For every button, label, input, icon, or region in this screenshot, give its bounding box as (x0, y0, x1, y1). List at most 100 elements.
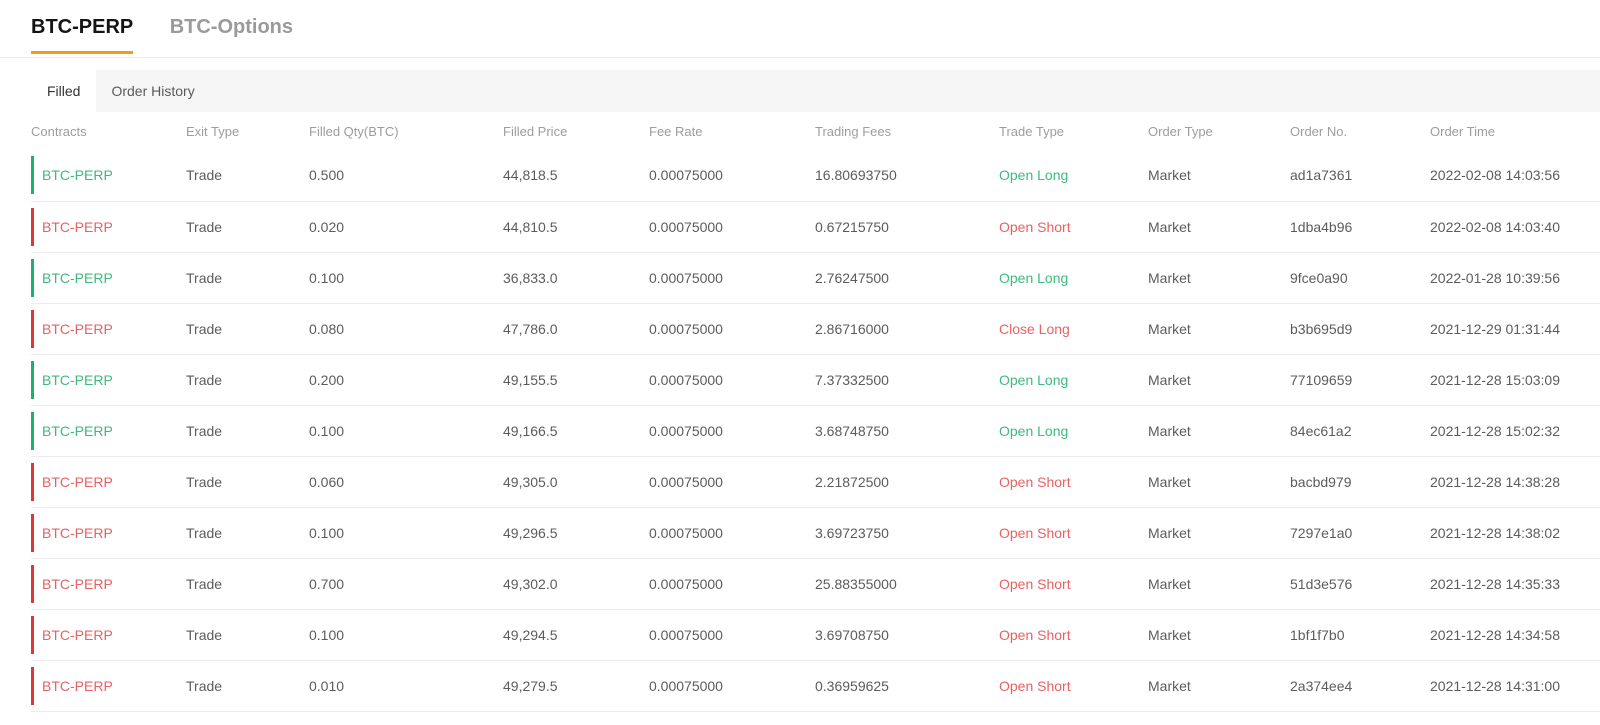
side-indicator-bar (31, 207, 34, 246)
cell-filled-price: 49,155.5 (503, 354, 649, 406)
table-header-row: Contracts Exit Type Filled Qty(BTC) Fill… (31, 112, 1600, 150)
table-row: BTC-PERP Trade 0.100 49,296.5 0.00075000… (31, 507, 1600, 559)
side-indicator-bar (31, 666, 34, 705)
cell-order-time: 2021-12-28 14:38:02 (1430, 507, 1600, 559)
cell-exit-type: Trade (186, 507, 309, 559)
contract-label: BTC-PERP (42, 626, 113, 643)
contract-label: BTC-PERP (42, 167, 113, 184)
cell-filled-qty: 0.080 (309, 303, 503, 355)
cell-filled-qty: 0.700 (309, 558, 503, 610)
cell-order-type: Market (1148, 150, 1290, 202)
table-row: BTC-PERP Trade 0.100 36,833.0 0.00075000… (31, 252, 1600, 304)
contract-label: BTC-PERP (42, 677, 113, 694)
table-row: BTC-PERP Trade 0.200 49,155.5 0.00075000… (31, 354, 1600, 406)
side-indicator-bar (31, 615, 34, 654)
table-row: BTC-PERP Trade 0.700 49,302.0 0.00075000… (31, 558, 1600, 610)
cell-filled-price: 49,294.5 (503, 609, 649, 661)
cell-order-no: 84ec61a2 (1290, 405, 1430, 457)
cell-trading-fees: 3.69723750 (815, 507, 999, 559)
cell-order-no: 1bf1f7b0 (1290, 609, 1430, 661)
cell-order-no: bacbd979 (1290, 456, 1430, 508)
side-indicator-bar (31, 258, 34, 297)
cell-order-time: 2021-12-28 15:03:09 (1430, 354, 1600, 406)
cell-order-no: 7297e1a0 (1290, 507, 1430, 559)
cell-trade-type: Open Short (999, 201, 1148, 253)
cell-contract: BTC-PERP (31, 150, 186, 202)
filled-table-body: BTC-PERP Trade 0.500 44,818.5 0.00075000… (31, 150, 1600, 712)
cell-trade-type: Open Short (999, 456, 1148, 508)
column-header-filled-price: Filled Price (503, 123, 568, 139)
cell-trade-type: Open Short (999, 609, 1148, 661)
cell-trade-type: Open Long (999, 252, 1148, 304)
cell-order-type: Market (1148, 507, 1290, 559)
cell-trading-fees: 0.36959625 (815, 660, 999, 712)
cell-filled-qty: 0.100 (309, 405, 503, 457)
contract-label: BTC-PERP (42, 371, 113, 388)
cell-filled-qty: 0.500 (309, 150, 503, 202)
cell-order-type: Market (1148, 354, 1290, 406)
cell-contract: BTC-PERP (31, 201, 186, 253)
table-row: BTC-PERP Trade 0.020 44,810.5 0.00075000… (31, 201, 1600, 253)
cell-exit-type: Trade (186, 252, 309, 304)
table-row: BTC-PERP Trade 0.100 49,166.5 0.00075000… (31, 405, 1600, 457)
cell-fee-rate: 0.00075000 (649, 609, 815, 661)
tab-btc-options[interactable]: BTC-Options (170, 16, 293, 51)
cell-order-type: Market (1148, 201, 1290, 253)
cell-fee-rate: 0.00075000 (649, 150, 815, 202)
cell-filled-qty: 0.100 (309, 609, 503, 661)
cell-order-time: 2021-12-28 14:31:00 (1430, 660, 1600, 712)
cell-order-time: 2021-12-28 14:38:28 (1430, 456, 1600, 508)
side-indicator-bar (31, 513, 34, 552)
cell-trading-fees: 3.69708750 (815, 609, 999, 661)
cell-order-time: 2021-12-28 14:34:58 (1430, 609, 1600, 661)
column-header-exit-type: Exit Type (186, 123, 240, 139)
cell-fee-rate: 0.00075000 (649, 201, 815, 253)
column-header-order-no: Order No. (1290, 123, 1348, 139)
tab-order-history[interactable]: Order History (96, 70, 209, 112)
cell-order-no: 2a374ee4 (1290, 660, 1430, 712)
filled-orders-page: BTC-PERP BTC-Options Filled Order Histor… (0, 0, 1600, 712)
table-row: BTC-PERP Trade 0.500 44,818.5 0.00075000… (31, 150, 1600, 202)
tab-btc-perp[interactable]: BTC-PERP (31, 16, 134, 54)
cell-order-type: Market (1148, 609, 1290, 661)
table-row: BTC-PERP Trade 0.100 49,294.5 0.00075000… (31, 609, 1600, 661)
tab-filled[interactable]: Filled (31, 70, 97, 112)
side-indicator-bar (31, 360, 34, 399)
contract-label: BTC-PERP (42, 269, 113, 286)
cell-contract: BTC-PERP (31, 507, 186, 559)
column-header-order-time: Order Time (1430, 123, 1496, 139)
cell-order-no: 9fce0a90 (1290, 252, 1430, 304)
cell-exit-type: Trade (186, 201, 309, 253)
cell-fee-rate: 0.00075000 (649, 405, 815, 457)
cell-filled-qty: 0.020 (309, 201, 503, 253)
cell-exit-type: Trade (186, 609, 309, 661)
cell-order-time: 2022-02-08 14:03:40 (1430, 201, 1600, 253)
cell-filled-qty: 0.100 (309, 252, 503, 304)
cell-order-no: 77109659 (1290, 354, 1430, 406)
cell-trade-type: Open Short (999, 558, 1148, 610)
cell-order-no: 51d3e576 (1290, 558, 1430, 610)
side-indicator-bar (31, 411, 34, 450)
cell-trading-fees: 2.86716000 (815, 303, 999, 355)
cell-fee-rate: 0.00075000 (649, 660, 815, 712)
cell-fee-rate: 0.00075000 (649, 558, 815, 610)
cell-filled-qty: 0.060 (309, 456, 503, 508)
cell-filled-price: 36,833.0 (503, 252, 649, 304)
cell-filled-price: 44,818.5 (503, 150, 649, 202)
cell-trade-type: Open Long (999, 354, 1148, 406)
cell-filled-price: 49,279.5 (503, 660, 649, 712)
cell-trade-type: Open Short (999, 660, 1148, 712)
cell-exit-type: Trade (186, 354, 309, 406)
order-view-tab-bar: Filled Order History (31, 70, 1600, 112)
cell-contract: BTC-PERP (31, 252, 186, 304)
cell-fee-rate: 0.00075000 (649, 252, 815, 304)
column-header-filled-qty: Filled Qty(BTC) (309, 123, 399, 139)
cell-order-type: Market (1148, 252, 1290, 304)
column-header-trade-type: Trade Type (999, 123, 1065, 139)
cell-order-time: 2021-12-28 15:02:32 (1430, 405, 1600, 457)
contract-tab-bar: BTC-PERP BTC-Options (0, 0, 1600, 58)
cell-order-time: 2021-12-29 01:31:44 (1430, 303, 1600, 355)
cell-fee-rate: 0.00075000 (649, 303, 815, 355)
cell-order-no: ad1a7361 (1290, 150, 1430, 202)
cell-exit-type: Trade (186, 660, 309, 712)
